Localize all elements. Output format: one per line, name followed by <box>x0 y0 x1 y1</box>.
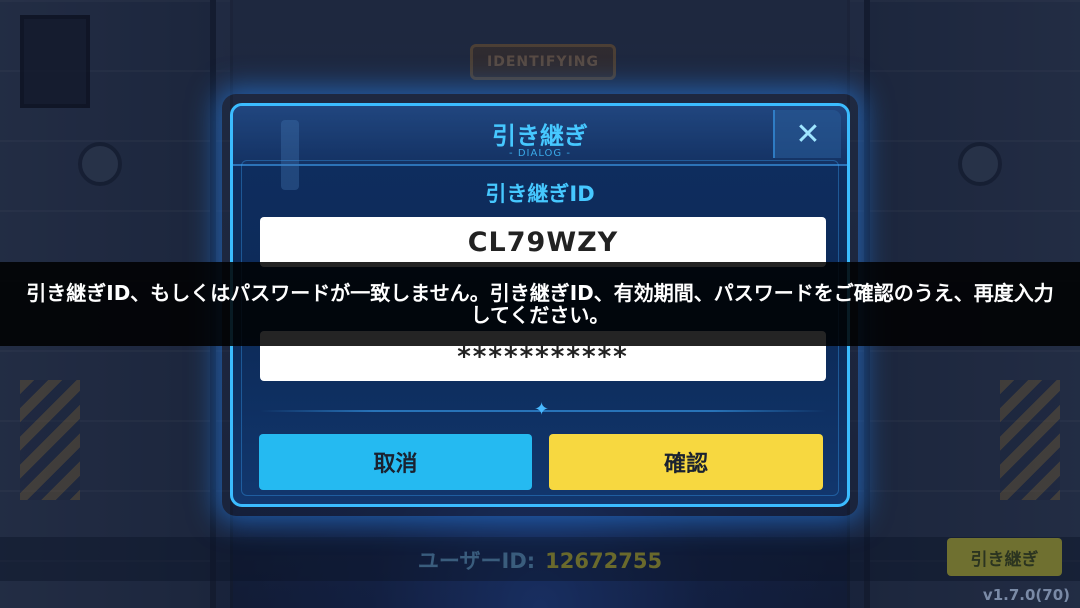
cancel-button[interactable]: 取消 <box>259 434 532 490</box>
transfer-id-input[interactable]: CL79WZY <box>260 217 826 267</box>
close-button[interactable]: ✕ <box>773 110 841 158</box>
transfer-id-label: 引き継ぎID <box>485 182 595 206</box>
user-id-display: ユーザーID: 12672755 <box>0 545 1080 575</box>
version-label: v1.7.0(70) <box>982 586 1070 604</box>
close-icon: ✕ <box>795 116 821 152</box>
user-id-value: 12672755 <box>545 549 663 573</box>
error-toast-message: 引き継ぎID、もしくはパスワードが一致しません。引き継ぎID、有効期間、パスワー… <box>26 281 1054 327</box>
sparkle-icon: ✦ <box>534 399 550 420</box>
dialog-title: 引き継ぎ <box>492 122 588 150</box>
error-toast: 引き継ぎID、もしくはパスワードが一致しません。引き継ぎID、有効期間、パスワー… <box>0 262 1080 346</box>
user-id-label: ユーザーID: <box>417 549 536 573</box>
confirm-button[interactable]: 確認 <box>549 434 823 490</box>
dialog-subtitle: - DIALOG - <box>509 148 571 159</box>
transfer-button[interactable]: 引き継ぎ <box>947 538 1062 576</box>
